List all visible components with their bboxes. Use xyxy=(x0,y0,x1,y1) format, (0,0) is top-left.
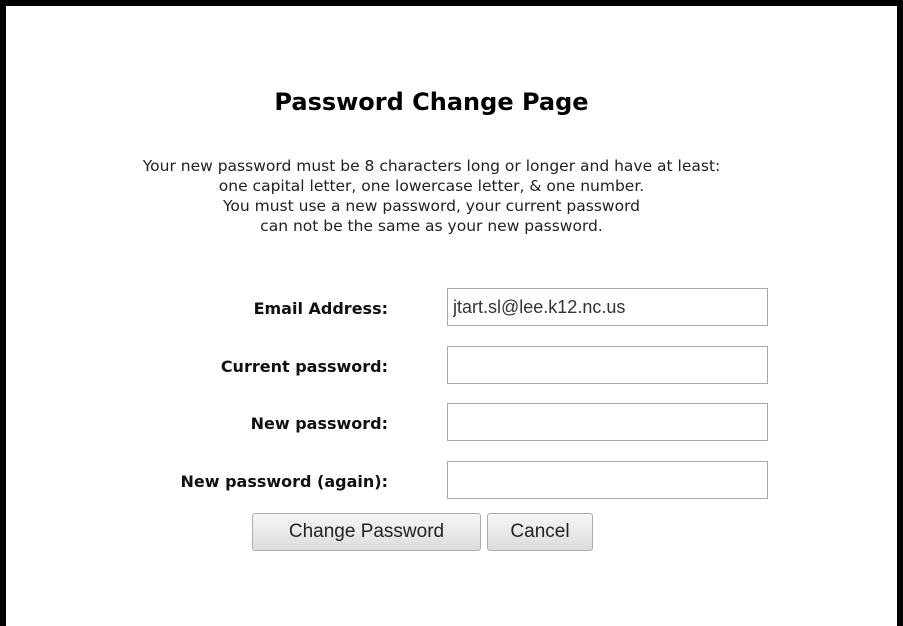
email-label: Email Address: xyxy=(253,299,388,318)
new-password-label: New password: xyxy=(250,414,388,433)
email-field[interactable] xyxy=(447,288,768,326)
instruction-line: Your new password must be 8 characters l… xyxy=(142,157,721,175)
new-password-field[interactable] xyxy=(447,403,768,441)
instruction-line: can not be the same as your new password… xyxy=(260,217,603,235)
cancel-button[interactable]: Cancel xyxy=(487,513,593,551)
instruction-line: one capital letter, one lowercase letter… xyxy=(218,177,645,195)
password-instructions: Your new password must be 8 characters l… xyxy=(6,156,857,236)
instruction-line: You must use a new password, your curren… xyxy=(222,197,641,215)
new-password-again-field[interactable] xyxy=(447,461,768,499)
current-password-field[interactable] xyxy=(447,346,768,384)
change-password-button[interactable]: Change Password xyxy=(252,513,481,551)
page-title: Password Change Page xyxy=(274,88,589,116)
current-password-label: Current password: xyxy=(220,357,388,376)
new-password-again-label: New password (again): xyxy=(180,472,388,491)
page-frame: Password Change Page Your new password m… xyxy=(0,0,903,626)
